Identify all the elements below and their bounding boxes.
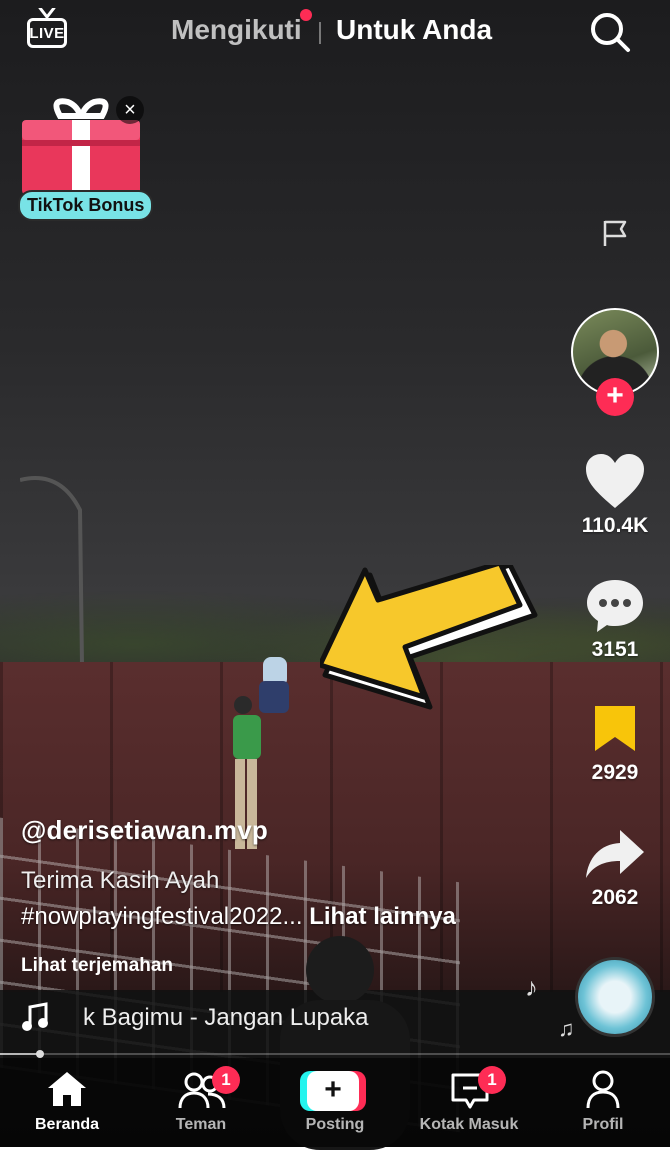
bonus-close-button[interactable]: × <box>116 96 144 124</box>
close-icon: × <box>124 99 136 121</box>
see-translation-link[interactable]: Lihat terjemahan <box>21 955 173 977</box>
tab-following[interactable]: Mengikuti <box>171 14 302 46</box>
favorite-count: 2929 <box>591 761 639 784</box>
heart-icon <box>586 454 644 508</box>
nav-home-label: Beranda <box>34 1116 100 1133</box>
report-flag-icon[interactable] <box>600 218 630 248</box>
comment-count: 3151 <box>591 638 639 661</box>
favorite-button[interactable]: 2929 <box>575 703 655 785</box>
profile-icon <box>586 1070 620 1109</box>
nav-post[interactable]: + Posting <box>280 1058 390 1134</box>
tab-for-you[interactable]: Untuk Anda <box>336 14 492 46</box>
bookmark-icon <box>595 706 635 751</box>
nav-profile-label: Profil <box>582 1116 624 1133</box>
top-bar: LIVE Mengikuti Untuk Anda <box>0 0 670 60</box>
nav-inbox-label: Kotak Masuk <box>419 1116 519 1133</box>
home-icon <box>48 1072 86 1106</box>
music-disc[interactable] <box>575 957 655 1037</box>
comment-icon <box>587 580 643 632</box>
street-lamp <box>20 476 84 666</box>
share-button[interactable]: 2062 <box>575 828 655 910</box>
live-button[interactable]: LIVE <box>27 8 71 52</box>
bottom-nav: Beranda 1 Teman + Posting 1 Kotak Masuk … <box>0 1058 670 1147</box>
comment-button[interactable]: 3151 <box>575 578 655 662</box>
friends-badge: 1 <box>212 1066 240 1094</box>
yellow-arrow-annotation <box>320 565 538 710</box>
nav-inbox[interactable]: 1 Kotak Masuk <box>414 1058 524 1134</box>
live-label: LIVE <box>27 18 67 48</box>
share-arrow-icon <box>586 830 644 878</box>
caption-hashtag-line: #nowplayingfestival2022... Lihat lainnya <box>21 903 456 931</box>
follow-button[interactable]: + <box>596 378 634 416</box>
see-more-link[interactable]: Lihat lainnya <box>309 903 456 930</box>
music-note-icon: ♫ <box>558 1016 575 1041</box>
share-count: 2062 <box>591 886 639 909</box>
bonus-label: TikTok Bonus <box>18 190 154 221</box>
like-count: 110.4K <box>581 514 649 537</box>
video-progress-fill <box>0 1053 41 1055</box>
following-notification-dot <box>300 9 312 21</box>
music-title: k Bagimu - Jangan Lupaka <box>83 1004 369 1031</box>
music-note-icon: ♪ <box>525 972 538 1002</box>
caption-line: Terima Kasih Ayah <box>21 867 220 894</box>
video-progress-bar[interactable] <box>0 1050 670 1058</box>
creator-username[interactable]: @derisetiawan.mvp <box>21 815 268 846</box>
music-info[interactable]: k Bagimu - Jangan Lupaka <box>21 1002 381 1036</box>
nav-post-label: Posting <box>305 1116 365 1133</box>
like-button[interactable]: 110.4K <box>575 452 655 538</box>
post-icon: + <box>300 1071 366 1111</box>
nav-friends-label: Teman <box>175 1116 227 1133</box>
search-icon[interactable] <box>588 10 632 54</box>
nav-friends[interactable]: 1 Teman <box>146 1058 256 1134</box>
music-note-icon <box>22 1002 48 1031</box>
nav-home[interactable]: Beranda <box>12 1058 122 1134</box>
nav-profile[interactable]: Profil <box>548 1058 658 1134</box>
inbox-badge: 1 <box>478 1066 506 1094</box>
caption-hashtag[interactable]: #nowplayingfestival2022... <box>21 903 303 930</box>
tab-divider <box>319 22 321 44</box>
tv-antenna-icon <box>38 8 56 18</box>
